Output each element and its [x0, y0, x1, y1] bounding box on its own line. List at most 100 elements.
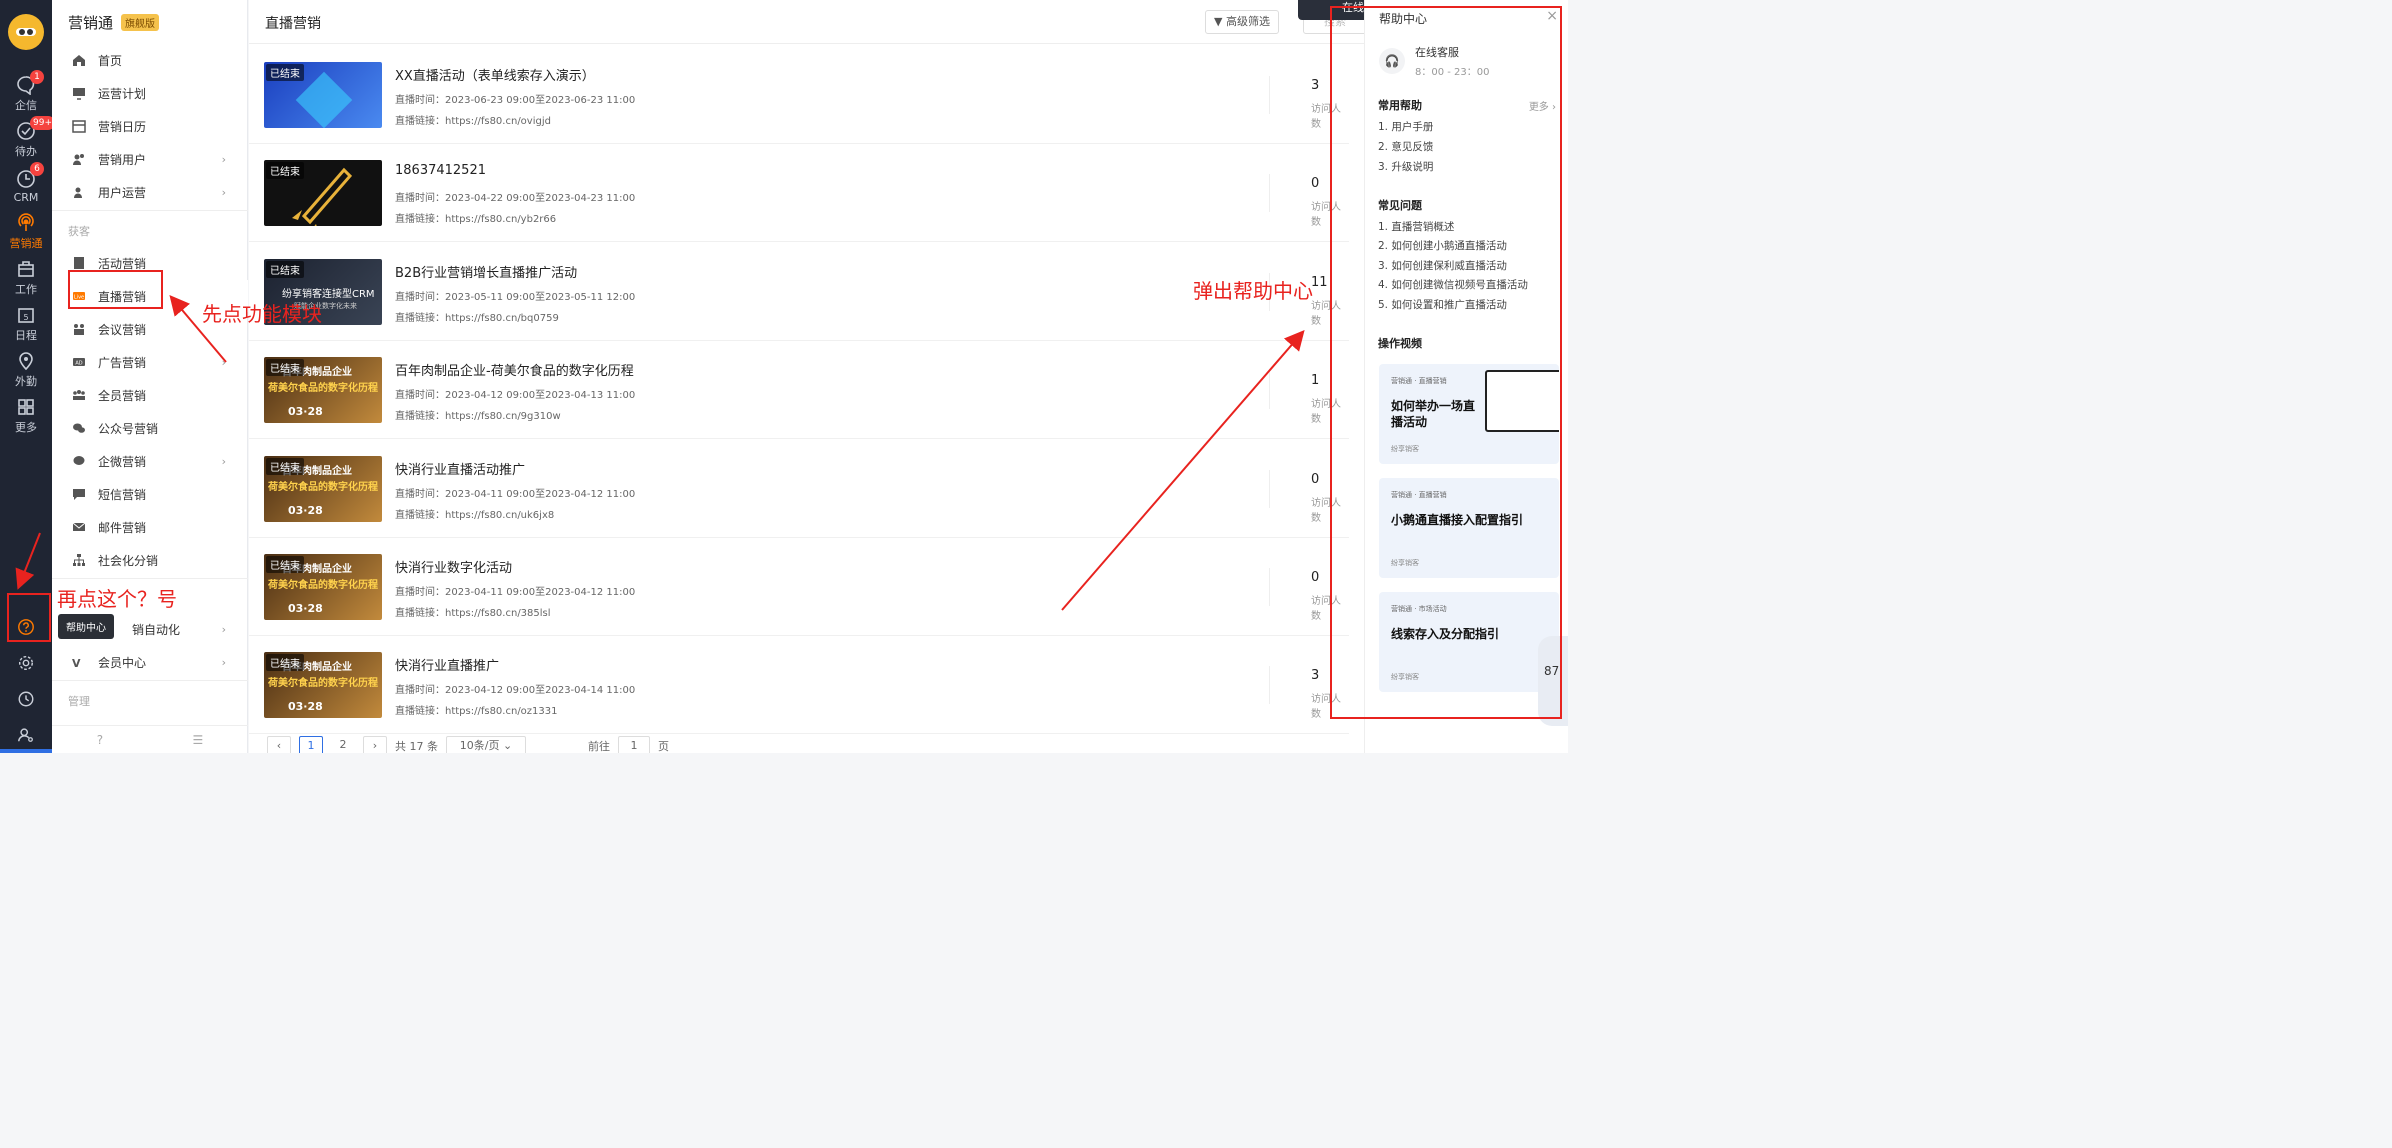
thumb-subtitle: 荷美尔食品的数字化历程	[268, 580, 378, 591]
app-logo[interactable]	[8, 14, 44, 50]
live-title[interactable]: 快消行业直播活动推广	[395, 459, 525, 478]
svg-text:AD: AD	[75, 361, 82, 367]
live-thumbnail[interactable]: 已结束	[264, 62, 382, 128]
nav-item-user-ops[interactable]: 用户运营 ›	[52, 176, 248, 208]
total-count: 共 17 条	[395, 740, 438, 753]
nav-label: 企微营销	[98, 454, 147, 469]
live-title[interactable]: XX直播活动（表单线索存入演示）	[395, 65, 595, 84]
thumb-date: 03·28	[288, 602, 323, 615]
rail-label: 日程	[15, 329, 37, 342]
svg-text:V: V	[72, 657, 81, 669]
live-link[interactable]: 直播链接：https://fs80.cn/9g310w	[395, 407, 561, 422]
team-icon	[73, 390, 85, 400]
rail-item-field[interactable]: 外勤	[0, 348, 52, 392]
rail-item-schedule[interactable]: 5 日程	[0, 302, 52, 346]
collapse-menu-icon[interactable]: ☰	[193, 733, 204, 747]
rail-item-work[interactable]: 工作	[0, 256, 52, 300]
page-button-2[interactable]: 2	[331, 736, 355, 753]
nav-item-plan[interactable]: 运营计划	[52, 77, 248, 109]
chevron-right-icon: ›	[221, 153, 226, 166]
live-link[interactable]: 直播链接：https://fs80.cn/385lsl	[395, 604, 551, 619]
nav-item-distribution[interactable]: 社会化分销	[52, 544, 248, 576]
chevron-right-icon: ›	[221, 356, 226, 369]
live-thumbnail[interactable]: 百年肉制品企业 荷美尔食品的数字化历程 03·28 已结束	[264, 357, 382, 424]
nav-label: 广告营销	[98, 355, 147, 370]
nav-item-staff-marketing[interactable]: 全员营销	[52, 379, 248, 411]
profile-button[interactable]	[0, 719, 52, 751]
rail-item-crm[interactable]: CRM 6	[0, 162, 52, 208]
nav-item-home[interactable]: 首页	[52, 44, 248, 76]
live-thumbnail[interactable]: 已结束	[264, 160, 382, 227]
nav-item-calendar[interactable]: 营销日历	[52, 110, 248, 142]
status-badge: 已结束	[266, 556, 304, 573]
live-row[interactable]: 已结束 XX直播活动（表单线索存入演示） 直播时间：2023-06-23 09:00…	[249, 46, 1349, 144]
logo-face-icon	[16, 28, 36, 36]
help-small-icon[interactable]: ?	[97, 733, 103, 747]
rail-label: 待办	[15, 145, 37, 158]
divider	[1269, 568, 1270, 606]
next-page-button[interactable]: ›	[363, 736, 387, 753]
live-time: 直播时间：2023-06-23 09:00至2023-06-23 11:00	[395, 95, 636, 106]
page-size-select[interactable]: 10条/页 ⌄	[446, 736, 526, 753]
nav-item-wecom[interactable]: 企微营销 ›	[52, 445, 248, 477]
chevron-right-icon: ›	[221, 623, 226, 636]
monitor-icon	[73, 88, 85, 100]
live-link[interactable]: 直播链接：https://fs80.cn/uk6jx8	[395, 506, 554, 521]
nav-item-marketing-users[interactable]: 营销用户 ›	[52, 143, 248, 175]
annotation-box-live	[68, 270, 163, 309]
live-row[interactable]: 百年肉制品企业 荷美尔食品的数字化历程 03·28 已结束 快消行业数字化活动 直播时间：…	[249, 538, 1349, 636]
rail-item-more[interactable]: 更多	[0, 394, 52, 438]
live-row[interactable]: 纷享销客连接型CRM 赋能企业数字化未来 已结束 B2B行业营销增长直播推广活动 直播时…	[249, 243, 1349, 341]
live-row[interactable]: 百年肉制品企业 荷美尔食品的数字化历程 03·28 已结束 快消行业直播活动推广 直播时间…	[249, 440, 1349, 538]
settings-button[interactable]	[0, 647, 52, 679]
thumb-date: 03·28	[288, 503, 323, 517]
live-link[interactable]: 直播链接：https://fs80.cn/oz1331	[395, 702, 558, 717]
live-row[interactable]: 百年肉制品企业 荷美尔食品的数字化历程 03·28 已结束 快消行业直播推广 直播时间：2…	[249, 636, 1349, 735]
live-title[interactable]: 快消行业数字化活动	[395, 557, 512, 576]
rail-item-qixin[interactable]: 企信 1	[0, 70, 52, 116]
visitor-count: 3	[1311, 668, 1320, 684]
rail-label: 更多	[15, 421, 37, 434]
rail-bottom-bar	[0, 749, 58, 753]
live-thumbnail[interactable]: 百年肉制品企业 荷美尔食品的数字化历程 03·28 已结束	[264, 554, 382, 620]
pagination: ‹ 1 2 › 共 17 条 10条/页 ⌄ 前往 1 页	[267, 736, 669, 753]
live-title[interactable]: 百年肉制品企业-荷美尔食品的数字化历程	[395, 360, 634, 379]
live-link[interactable]: 直播链接：https://fs80.cn/yb2r66	[395, 210, 556, 225]
hologram-illustration	[295, 71, 353, 128]
live-row[interactable]: 百年肉制品企业 荷美尔食品的数字化历程 03·28 已结束 百年肉制品企业-荷美尔食品的…	[249, 341, 1349, 440]
goto-page-input[interactable]: 1	[618, 736, 650, 753]
rail-item-marketing[interactable]: 营销通	[0, 210, 52, 254]
chevron-right-icon: ›	[221, 656, 226, 669]
divider	[1269, 469, 1270, 508]
meeting-icon	[74, 324, 84, 335]
broadcast-icon	[18, 213, 34, 231]
history-button[interactable]	[0, 683, 52, 715]
live-thumbnail[interactable]: 百年肉制品企业 荷美尔食品的数字化历程 03·28 已结束	[264, 652, 382, 719]
live-row[interactable]: 已结束 18637412521 直播时间：2023-04-22 09:00至2023…	[249, 144, 1349, 243]
status-badge: 已结束	[266, 654, 304, 672]
live-link[interactable]: 直播链接：https://fs80.cn/ovigjd	[395, 112, 551, 127]
nav-item-email[interactable]: 邮件营销	[52, 511, 248, 543]
prev-page-button[interactable]: ‹	[267, 736, 291, 753]
nav-label: 活动营销	[98, 256, 147, 271]
page-size-value: 10条/页	[459, 739, 500, 752]
nav-label: 邮件营销	[98, 520, 147, 535]
mail-icon	[72, 522, 86, 531]
status-badge: 已结束	[266, 359, 304, 377]
nav-item-official-account[interactable]: 公众号营销	[52, 412, 248, 444]
divider	[52, 578, 248, 579]
nav-item-member-center[interactable]: V 会员中心 ›	[52, 646, 248, 678]
page-button-1[interactable]: 1	[299, 736, 323, 753]
live-title[interactable]: 18637412521	[395, 163, 486, 178]
live-title[interactable]: 快消行业直播推广	[395, 655, 499, 674]
visitor-count: 0	[1311, 570, 1320, 585]
history-clock-icon	[18, 691, 34, 707]
live-link[interactable]: 直播链接：https://fs80.cn/bq0759	[395, 309, 559, 324]
advanced-filter-button[interactable]: ▼ 高级筛选	[1205, 10, 1279, 34]
nav-item-sms[interactable]: 短信营销	[52, 478, 248, 510]
live-thumbnail[interactable]: 百年肉制品企业 荷美尔食品的数字化历程 03·28 已结束	[264, 455, 382, 522]
vip-icon: V	[72, 657, 81, 669]
live-title[interactable]: B2B行业营销增长直播推广活动	[395, 262, 577, 281]
nav-item-ad-marketing[interactable]: AD 广告营销 ›	[52, 346, 248, 378]
rail-item-todo[interactable]: 待办 99+	[0, 116, 55, 162]
